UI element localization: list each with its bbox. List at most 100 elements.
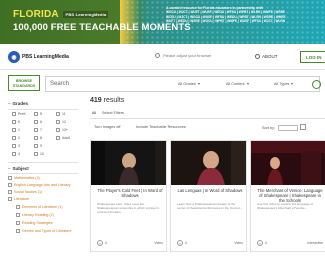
grade-checkbox[interactable]: 13+ bbox=[56, 128, 68, 132]
login-button[interactable]: LOG IN bbox=[300, 51, 325, 63]
subject-checkbox[interactable]: Reading Strategies bbox=[16, 221, 53, 225]
search-icon[interactable] bbox=[312, 80, 321, 89]
subject-checkbox[interactable]: Literary Reading (2) bbox=[16, 213, 54, 217]
thumbnail-image bbox=[91, 141, 166, 185]
checkbox-icon bbox=[34, 120, 38, 124]
card-title[interactable]: The Merchant of Venice: Language of Shak… bbox=[257, 188, 323, 203]
checkbox-icon bbox=[8, 183, 12, 187]
subject-label: Literature bbox=[14, 197, 30, 201]
nav-search-hint[interactable]: Please adjust your browser bbox=[155, 53, 211, 59]
grade-checkbox[interactable]: K bbox=[12, 120, 20, 124]
add-icon[interactable]: + bbox=[257, 240, 263, 246]
grade-checkbox[interactable]: 8 bbox=[34, 136, 42, 140]
grades-dropdown[interactable]: All Grades bbox=[178, 82, 200, 86]
grades-header[interactable]: – Grades bbox=[8, 101, 28, 106]
grade-checkbox[interactable]: 3 bbox=[12, 144, 20, 148]
card-grade-count: 4 bbox=[105, 241, 107, 245]
subject-checkbox[interactable]: Elements of Literature (1) bbox=[16, 205, 63, 209]
subject-label: Genres and Types of Literature bbox=[22, 229, 72, 233]
top-nav: ◉ PBS LearningMedia Please adjust your b… bbox=[0, 44, 325, 70]
card-title[interactable]: Las Lenguas | In Word of Shadows bbox=[177, 188, 243, 193]
video-thumbnail[interactable] bbox=[251, 141, 325, 185]
subject-checkbox[interactable]: Mathematics (3) bbox=[8, 176, 40, 180]
banner-state-text: FLORIDA bbox=[13, 9, 59, 20]
content-dropdown[interactable]: All Content bbox=[226, 82, 249, 86]
card-grade-count: 4 bbox=[185, 241, 187, 245]
checkbox-icon bbox=[8, 190, 12, 194]
grade-checkbox[interactable]: 2 bbox=[12, 136, 20, 140]
banner-line: WUFT | WEDU | WSRE | WGCU | WPBT | WMFE … bbox=[166, 18, 286, 23]
subject-label: Mathematics (3) bbox=[14, 176, 40, 180]
list-view-icon[interactable] bbox=[300, 124, 306, 130]
grade-label: 4 bbox=[18, 152, 20, 156]
types-dropdown[interactable]: All Types bbox=[274, 82, 294, 86]
subject-label: Social Studies (1) bbox=[14, 190, 43, 194]
checkbox-icon bbox=[56, 128, 60, 132]
checkbox-icon bbox=[56, 112, 60, 116]
grade-checkbox[interactable]: 4 bbox=[12, 152, 20, 156]
pbs-logo-icon: ◉ bbox=[8, 51, 20, 63]
checkbox-icon bbox=[12, 144, 16, 148]
subject-checkbox[interactable]: Social Studies (1) bbox=[8, 190, 42, 194]
video-thumbnail[interactable] bbox=[91, 141, 166, 185]
add-icon[interactable]: + bbox=[97, 240, 103, 246]
banner: FLORIDA PBS LearningMedia 100,000 FREE T… bbox=[0, 0, 325, 44]
grade-label: 1 bbox=[18, 128, 20, 132]
card-type: Video bbox=[154, 241, 163, 245]
search-icon bbox=[155, 53, 160, 59]
subject-checkbox[interactable]: English Language Arts and Literacy bbox=[8, 183, 71, 187]
grade-checkbox[interactable]: 7 bbox=[34, 128, 42, 132]
grade-label: 9 bbox=[40, 144, 42, 148]
banner-state: FLORIDA PBS LearningMedia bbox=[13, 9, 109, 20]
checkbox-icon bbox=[12, 120, 16, 124]
about-menu[interactable]: ABOUT bbox=[255, 54, 278, 59]
grade-checkbox[interactable]: Adult bbox=[56, 136, 70, 140]
checkbox-icon bbox=[16, 221, 20, 225]
grade-checkbox[interactable]: 10 bbox=[34, 152, 44, 156]
subject-header[interactable]: – Subject bbox=[8, 166, 29, 171]
checkbox-icon bbox=[34, 128, 38, 132]
subject-checkbox[interactable]: Genres and Types of Literature bbox=[16, 229, 71, 233]
grade-checkbox[interactable]: 5 bbox=[34, 112, 42, 116]
info-icon bbox=[255, 54, 260, 59]
grade-checkbox[interactable]: 1 bbox=[12, 128, 20, 132]
grade-checkbox[interactable]: 9 bbox=[34, 144, 42, 148]
chevron-down-icon bbox=[197, 83, 200, 85]
result-card[interactable]: The Merchant of Venice: Language of Shak… bbox=[250, 140, 325, 252]
checkbox-icon bbox=[34, 152, 38, 156]
card-title[interactable]: The Player's Cold Feet | In Word of Shad… bbox=[97, 188, 163, 198]
grade-checkbox[interactable]: 12 bbox=[56, 120, 66, 124]
subject-header-label: Subject bbox=[12, 166, 29, 171]
result-card[interactable]: The Player's Cold Feet | In Word of Shad… bbox=[90, 140, 167, 252]
filter-teachable-toggle[interactable]: Include Teachable Resources bbox=[136, 125, 186, 129]
grade-label: 10 bbox=[40, 152, 44, 156]
pbs-logo[interactable]: ◉ PBS LearningMedia bbox=[8, 51, 69, 63]
tab-all[interactable]: All bbox=[92, 111, 96, 115]
checkbox-icon bbox=[56, 120, 60, 124]
search-input[interactable]: Search bbox=[50, 81, 69, 87]
grade-checkbox[interactable]: 11 bbox=[56, 112, 66, 116]
add-icon[interactable]: + bbox=[177, 240, 183, 246]
checkbox-icon bbox=[8, 197, 12, 201]
divider bbox=[8, 162, 78, 163]
sort-select[interactable] bbox=[278, 125, 299, 131]
filter-images-toggle[interactable]: Turn Images off bbox=[94, 125, 120, 129]
grade-checkbox[interactable]: 6 bbox=[34, 120, 42, 124]
browse-standards-button[interactable]: BROWSE STANDARDS bbox=[8, 75, 40, 91]
types-dropdown-label: All Types bbox=[274, 82, 290, 86]
checkbox-icon bbox=[34, 136, 38, 140]
grade-label: 12 bbox=[62, 120, 66, 124]
banner-tag: PBS LearningMedia bbox=[63, 10, 109, 18]
card-type: Video bbox=[234, 241, 243, 245]
video-thumbnail[interactable] bbox=[171, 141, 246, 185]
subject-checkbox[interactable]: Literature bbox=[8, 197, 29, 201]
checkbox-icon bbox=[8, 176, 12, 180]
tab-select-filters[interactable]: Select Filters bbox=[102, 111, 124, 115]
thumbnail-image bbox=[251, 141, 325, 185]
result-card[interactable]: Las Lenguas | In Word of Shadows Learn h… bbox=[170, 140, 247, 252]
grade-checkbox[interactable]: PreK bbox=[12, 112, 26, 116]
results-count: 419 results bbox=[90, 97, 124, 104]
grade-label: 2 bbox=[18, 136, 20, 140]
divider bbox=[8, 173, 78, 174]
sort-by[interactable]: Sort by: bbox=[262, 125, 299, 131]
